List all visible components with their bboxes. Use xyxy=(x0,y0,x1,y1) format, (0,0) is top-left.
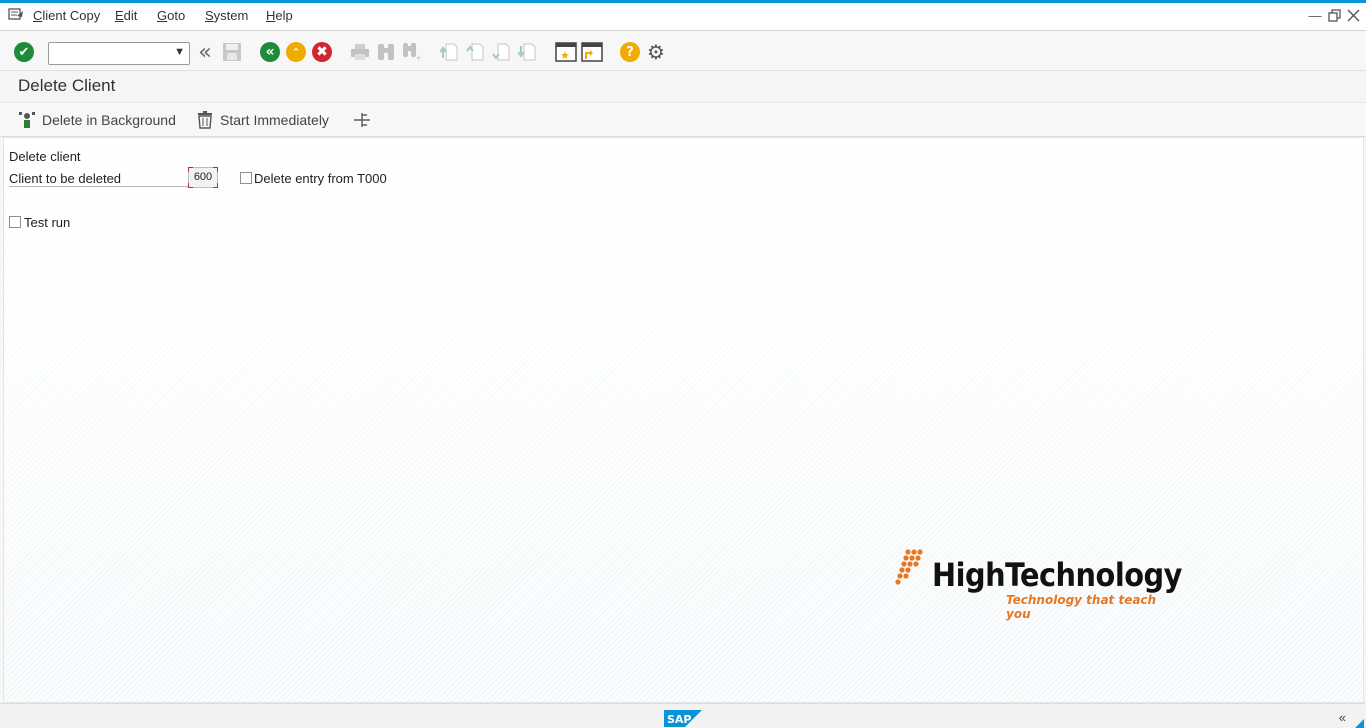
close-window-icon[interactable] xyxy=(1346,9,1360,23)
focus-corner xyxy=(188,183,193,188)
watermark-logo: HighTechnology Technology that teach you xyxy=(894,548,1182,621)
svg-text:+: + xyxy=(416,53,421,62)
svg-text:★: ★ xyxy=(560,50,570,62)
cancel-icon[interactable]: ✖ xyxy=(311,41,333,63)
last-page-icon[interactable] xyxy=(517,41,539,63)
menu-system[interactable]: System xyxy=(205,8,248,23)
menu-help-mnemonic: H xyxy=(266,8,276,23)
save-icon[interactable] xyxy=(221,41,243,63)
client-input-value: 600 xyxy=(193,171,213,183)
menu-goto-rest: oto xyxy=(167,8,186,23)
menu-client-copy-rest: lient Copy xyxy=(42,8,101,23)
title-bar: Delete Client xyxy=(0,71,1366,103)
chevron-down-icon[interactable]: ▼ xyxy=(174,46,185,58)
help-icon[interactable]: ? xyxy=(619,41,641,63)
enter-icon[interactable]: ✔ xyxy=(13,41,35,63)
shortcut-icon[interactable] xyxy=(581,41,603,63)
focus-corner xyxy=(213,167,218,172)
command-field[interactable]: ▼ xyxy=(48,42,190,65)
collapse-icon[interactable]: « xyxy=(1339,710,1346,725)
content-area: Delete client Client to be deleted 600 D… xyxy=(3,137,1364,703)
svg-text:SAP: SAP xyxy=(667,713,692,726)
restore-icon[interactable] xyxy=(1327,9,1341,23)
start-immediately-label: Start Immediately xyxy=(220,112,329,128)
menu-system-rest: ystem xyxy=(213,8,249,23)
logo-mark-icon xyxy=(895,549,923,585)
menu-client-copy[interactable]: Client Copy xyxy=(33,8,100,23)
start-immediately-button[interactable]: Start Immediately xyxy=(196,109,329,131)
resize-corner xyxy=(1354,719,1364,728)
exit-icon[interactable]: ⌃ xyxy=(285,41,307,63)
logo-name: HighTechnology xyxy=(932,556,1182,594)
delete-entry-checkbox[interactable] xyxy=(240,172,252,184)
test-run-checkbox[interactable] xyxy=(9,216,21,228)
sap-logo: SAP xyxy=(664,710,702,727)
find-icon[interactable] xyxy=(375,41,397,63)
menu-bar: Client Copy Edit Goto System Help — xyxy=(0,3,1366,31)
menu-edit-rest: dit xyxy=(123,8,138,23)
application-toolbar: Delete in Background Start Immediately xyxy=(0,103,1366,137)
test-run-label: Test run xyxy=(24,215,71,230)
menu-client-copy-mnemonic: C xyxy=(33,8,43,23)
menu-goto[interactable]: Goto xyxy=(157,8,185,23)
status-bar: SAP « xyxy=(0,703,1366,728)
previous-page-icon[interactable] xyxy=(465,41,487,63)
standard-toolbar: ✔ ▼ « « ⌃ ✖ + ★ ? ⚙ xyxy=(0,31,1366,71)
menu-icon[interactable] xyxy=(8,8,24,22)
client-input[interactable]: 600 xyxy=(188,167,218,188)
print-icon[interactable] xyxy=(349,41,371,63)
menu-help-rest: elp xyxy=(275,8,293,23)
menu-edit-mnemonic: E xyxy=(115,8,124,23)
logo-tagline: Technology that teach you xyxy=(1006,593,1157,621)
page-title: Delete Client xyxy=(18,76,116,95)
sap-window: Client Copy Edit Goto System Help — ✔ ▼ … xyxy=(0,0,1366,728)
menu-goto-mnemonic: G xyxy=(157,8,168,23)
client-to-delete-label: Client to be deleted xyxy=(9,171,122,186)
back-double-icon[interactable]: « xyxy=(194,40,216,65)
customize-icon[interactable]: ⚙ xyxy=(645,41,667,64)
menu-system-mnemonic: S xyxy=(205,8,214,23)
create-session-icon[interactable]: ★ xyxy=(555,41,577,63)
menu-help[interactable]: Help xyxy=(266,8,293,23)
first-page-icon[interactable] xyxy=(439,41,461,63)
trash-icon xyxy=(196,111,214,129)
find-next-icon[interactable]: + xyxy=(401,41,423,63)
focus-corner xyxy=(188,167,193,172)
minimize-icon[interactable]: — xyxy=(1308,9,1322,23)
section-label: Delete client xyxy=(9,149,81,164)
back-icon[interactable]: « xyxy=(259,41,281,63)
delete-in-background-label: Delete in Background xyxy=(42,112,176,128)
menu-edit[interactable]: Edit xyxy=(115,8,137,23)
hierarchy-icon[interactable] xyxy=(353,109,371,131)
delete-in-background-button[interactable]: Delete in Background xyxy=(18,109,176,131)
focus-corner xyxy=(213,183,218,188)
background-job-icon xyxy=(18,111,36,129)
field-underline xyxy=(9,186,189,187)
delete-entry-label: Delete entry from T000 xyxy=(254,171,387,186)
next-page-icon[interactable] xyxy=(491,41,513,63)
